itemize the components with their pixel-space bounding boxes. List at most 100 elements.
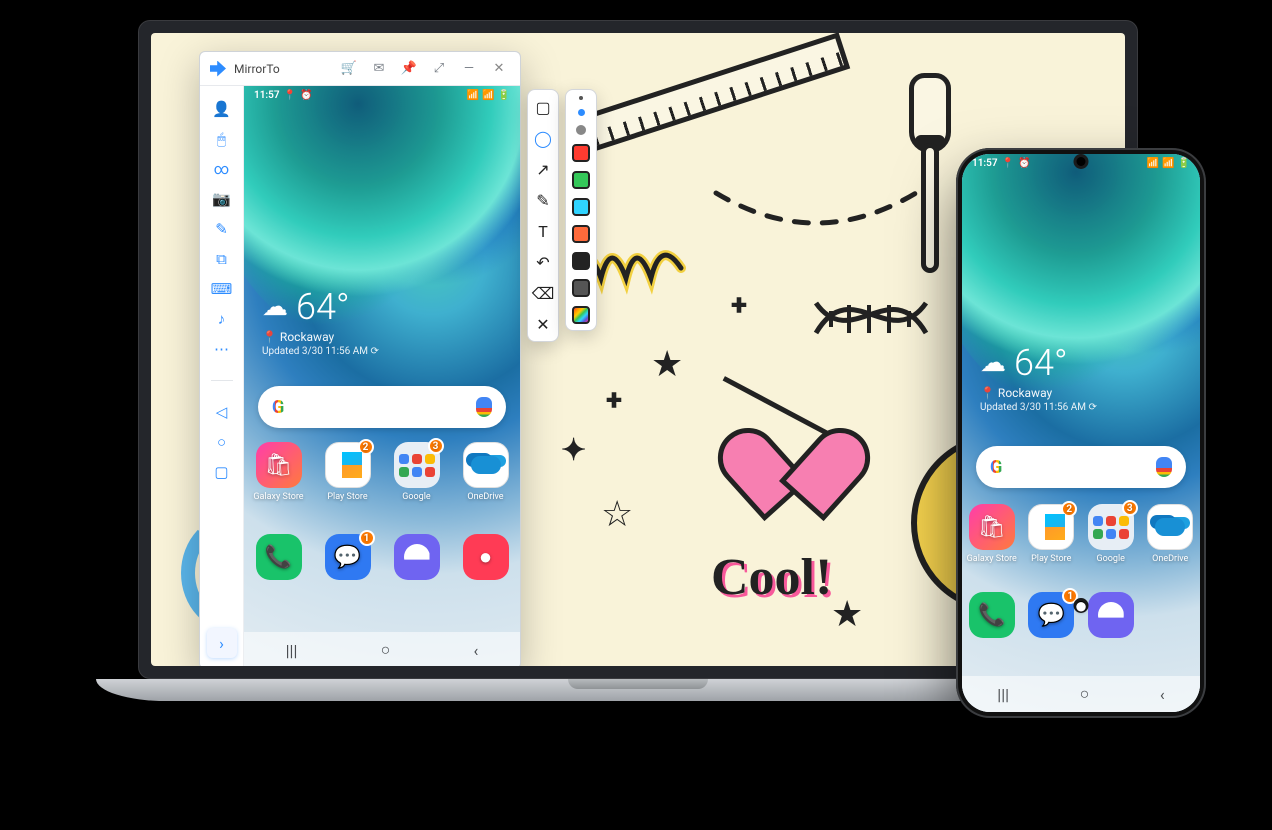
nav-recent[interactable]: |||: [286, 641, 298, 660]
annotate-color-toolbar: [565, 89, 597, 331]
sidebar-more-button[interactable]: ⋯: [207, 334, 237, 364]
app-onedr[interactable]: OneDrive: [1142, 504, 1198, 564]
phone-status-bar: 11:57📍⏰📶📶🔋: [254, 90, 510, 101]
sidebar-stream-button[interactable]: ∞: [207, 154, 237, 184]
app-galaxy[interactable]: 🛍Galaxy Store: [251, 442, 307, 502]
sidebar-mouse-button[interactable]: 🖱: [207, 124, 237, 154]
sidebar-account-button[interactable]: 👤: [207, 94, 237, 124]
app-net[interactable]: [1083, 592, 1139, 638]
phone-camera-cutout: [1077, 157, 1086, 166]
weather-widget[interactable]: ☁64°📍 RockawayUpdated 3/30 11:56 AM ⟳: [980, 342, 1097, 413]
annotate-circle-tool[interactable]: ◯: [532, 127, 554, 149]
minimize-icon[interactable]: —: [458, 58, 480, 80]
annotate-color-swatch[interactable]: [572, 198, 590, 216]
app-label: Google: [1097, 554, 1125, 564]
annotate-size-1[interactable]: [578, 109, 585, 116]
sidebar-recent-button[interactable]: ▢: [207, 457, 237, 487]
app-cam[interactable]: ●: [458, 534, 514, 580]
nav-back[interactable]: ‹: [474, 641, 479, 660]
android-nav-bar: ||| ○ ‹: [244, 632, 520, 666]
collapse-button[interactable]: ›: [207, 628, 237, 658]
app-onedr[interactable]: OneDrive: [458, 442, 514, 502]
app-label: Play Store: [1031, 554, 1071, 564]
annotate-color-swatch[interactable]: [572, 144, 590, 162]
app-label: OneDrive: [467, 492, 503, 502]
annotate-color-swatch[interactable]: [572, 306, 590, 324]
doodle-plus: +: [731, 288, 747, 323]
sidebar-record-button[interactable]: ⧉: [207, 244, 237, 274]
doodle-plus: ✦: [561, 433, 586, 468]
close-icon[interactable]: ✕: [488, 58, 510, 80]
app-folder[interactable]: 3Google: [1083, 504, 1139, 564]
app-galaxy[interactable]: 🛍Galaxy Store: [964, 504, 1020, 564]
mirrored-phone-view[interactable]: 11:57📍⏰📶📶🔋☁64°📍 RockawayUpdated 3/30 11:…: [244, 86, 520, 666]
physical-phone: 11:57📍⏰📶📶🔋☁64°📍 RockawayUpdated 3/30 11:…: [956, 148, 1206, 718]
mirrorto-window: MirrorTo 🛒 ✉ 📌 ⤢ — ✕ 👤🖱∞📷✎⧉⌨♪⋯ ◁: [199, 51, 521, 666]
app-dock: 📞💬1 ●: [962, 592, 1200, 638]
doodle-plus: +: [606, 383, 622, 418]
app-play[interactable]: 2Play Store: [320, 442, 376, 502]
sidebar-keyboard-button[interactable]: ⌨: [207, 274, 237, 304]
cloud-icon: ☁: [262, 292, 288, 322]
weather-location: 📍 Rockaway: [262, 330, 379, 344]
cart-icon[interactable]: 🛒: [338, 58, 360, 80]
titlebar: MirrorTo 🛒 ✉ 📌 ⤢ — ✕: [200, 52, 520, 86]
doodle-dash-curve: [711, 183, 921, 233]
cloud-icon: ☁: [980, 348, 1006, 378]
app-msgs[interactable]: 💬1: [320, 534, 376, 580]
annotate-shape-toolbar: ▢ ◯ ↗ ✎ T ↶ ⌫ ✕: [527, 89, 559, 342]
app-msgs[interactable]: 💬1: [1023, 592, 1079, 638]
annotate-rect-tool[interactable]: ▢: [532, 96, 554, 118]
doodle-star: ☆: [601, 493, 633, 535]
status-time: 11:57: [972, 158, 998, 169]
annotate-exit-tool[interactable]: ✕: [532, 313, 554, 335]
weather-updated: Updated 3/30 11:56 AM ⟳: [262, 346, 379, 357]
weather-widget[interactable]: ☁64°📍 RockawayUpdated 3/30 11:56 AM ⟳: [262, 286, 379, 357]
app-net[interactable]: [389, 534, 445, 580]
sidebar: 👤🖱∞📷✎⧉⌨♪⋯ ◁○▢ ›: [200, 86, 244, 666]
phone-screen[interactable]: 11:57📍⏰📶📶🔋☁64°📍 RockawayUpdated 3/30 11:…: [962, 154, 1200, 712]
app-row-1: 🛍Galaxy Store2Play Store3Google OneDrive: [244, 442, 520, 502]
annotate-size-0[interactable]: [579, 96, 583, 100]
pin-icon[interactable]: 📌: [398, 58, 420, 80]
nav-recent[interactable]: |||: [997, 685, 1009, 704]
app-play[interactable]: 2Play Store: [1023, 504, 1079, 564]
sidebar-home-button[interactable]: ○: [207, 427, 237, 457]
app-badge: 3: [428, 438, 444, 454]
doodle-star: ★: [831, 593, 863, 635]
app-folder[interactable]: 3Google: [389, 442, 445, 502]
google-g-icon: G: [990, 457, 1002, 478]
annotate-color-swatch[interactable]: [572, 171, 590, 189]
annotate-color-swatch[interactable]: [572, 279, 590, 297]
google-search-bar[interactable]: G: [976, 446, 1186, 488]
sidebar-back-button[interactable]: ◁: [207, 397, 237, 427]
sidebar-annotate-button[interactable]: ✎: [207, 214, 237, 244]
weather-updated: Updated 3/30 11:56 AM ⟳: [980, 402, 1097, 413]
nav-back[interactable]: ‹: [1160, 685, 1165, 704]
annotate-text-tool[interactable]: T: [532, 220, 554, 242]
nav-home[interactable]: ○: [1080, 684, 1090, 704]
mail-icon[interactable]: ✉: [368, 58, 390, 80]
google-search-bar[interactable]: G: [258, 386, 506, 428]
app-label: Play Store: [327, 492, 367, 502]
annotate-color-swatch[interactable]: [572, 225, 590, 243]
app-badge: 3: [1122, 500, 1138, 516]
sidebar-music-button[interactable]: ♪: [207, 304, 237, 334]
laptop-hinge-notch: [568, 679, 708, 689]
fullscreen-icon[interactable]: ⤢: [428, 58, 450, 80]
app-phone[interactable]: 📞: [251, 534, 307, 580]
annotate-pen-tool[interactable]: ✎: [532, 189, 554, 211]
annotate-erase-tool[interactable]: ⌫: [532, 282, 554, 304]
sidebar-screenshot-button[interactable]: 📷: [207, 184, 237, 214]
app-cam[interactable]: ●: [1142, 592, 1198, 638]
annotate-color-swatch[interactable]: [572, 252, 590, 270]
annotate-undo-tool[interactable]: ↶: [532, 251, 554, 273]
doodle-paintbrush: [901, 73, 961, 273]
doodle-ruler: [582, 33, 851, 152]
mic-icon[interactable]: [1156, 457, 1172, 477]
app-phone[interactable]: 📞: [964, 592, 1020, 638]
mic-icon[interactable]: [476, 397, 492, 417]
nav-home[interactable]: ○: [381, 640, 391, 660]
annotate-arrow-tool[interactable]: ↗: [532, 158, 554, 180]
annotate-size-2[interactable]: [576, 125, 586, 135]
